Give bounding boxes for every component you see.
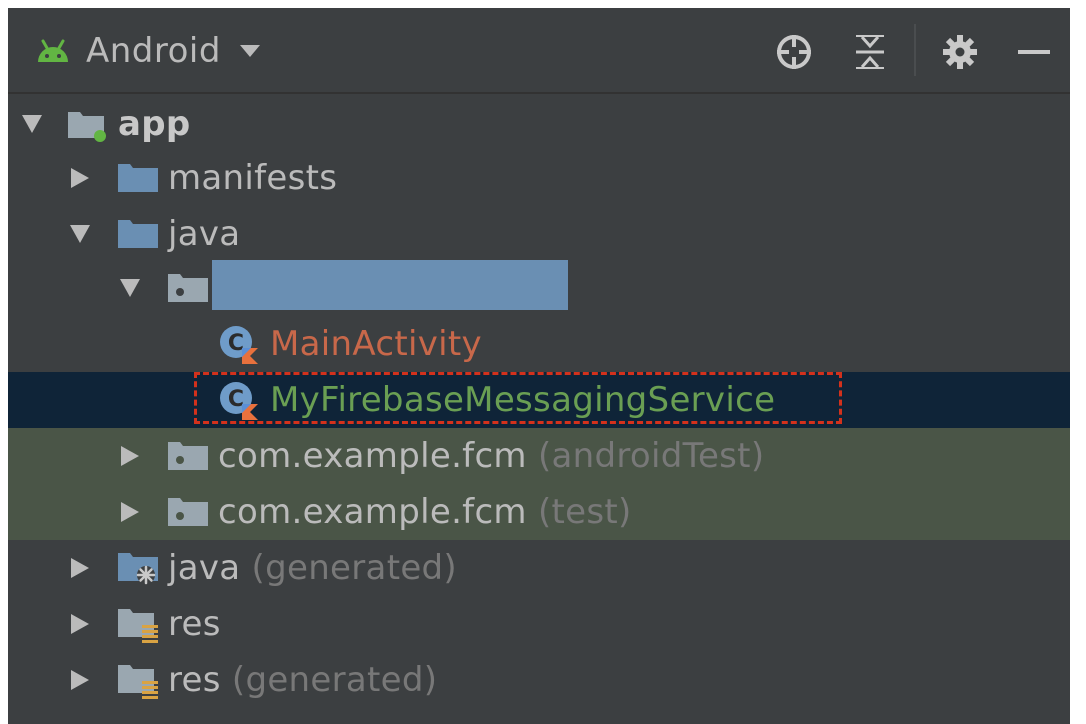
chevron-right-icon[interactable]	[118, 500, 142, 524]
svg-text:C: C	[228, 331, 244, 356]
generated-folder-icon	[116, 550, 162, 586]
tree-node-android-test-package[interactable]: com.example.fcm (androidTest)	[8, 428, 1070, 484]
tree-node-label: java	[168, 214, 241, 254]
package-icon	[166, 494, 210, 530]
tree-node-label: app	[118, 104, 191, 144]
chevron-right-icon[interactable]	[68, 166, 92, 190]
view-selector-dropdown[interactable]: Android	[34, 28, 261, 74]
project-header: Android	[8, 8, 1070, 94]
tree-node-label: manifests	[168, 158, 338, 198]
toolbar-separator	[914, 24, 916, 76]
chevron-right-icon[interactable]	[68, 556, 92, 580]
tree-node-label: res (generated)	[168, 660, 438, 700]
tree-node-label: res	[168, 604, 221, 644]
chevron-right-icon[interactable]	[68, 668, 92, 692]
locate-file-button[interactable]	[774, 32, 814, 72]
tree-node-java-generated[interactable]: java (generated)	[8, 540, 1070, 596]
settings-button[interactable]	[940, 32, 980, 72]
tree-node-manifests[interactable]: manifests	[8, 150, 1070, 206]
chevron-right-icon[interactable]	[68, 612, 92, 636]
redacted-package-name	[212, 260, 568, 310]
tree-node-label: com.example.fcm (androidTest)	[218, 436, 765, 476]
kotlin-class-icon: C	[218, 326, 260, 364]
tree-node-label: com.example.fcm (test)	[218, 492, 632, 532]
tree-node-label: MyFirebaseMessagingService	[270, 380, 776, 420]
tree-node-java[interactable]: java	[8, 206, 1070, 262]
chevron-down-icon	[239, 45, 260, 57]
package-icon	[166, 270, 210, 306]
resource-folder-icon	[116, 606, 162, 643]
collapse-all-icon	[856, 35, 884, 69]
tree-node-label: MainActivity	[270, 324, 482, 364]
chevron-down-icon[interactable]	[118, 276, 142, 300]
chevron-right-icon[interactable]	[118, 444, 142, 468]
android-icon	[38, 39, 68, 62]
view-selector-label: Android	[86, 31, 221, 71]
kotlin-class-icon: C	[218, 382, 260, 420]
folder-icon	[116, 216, 160, 252]
tree-node-res-generated[interactable]: res (generated)	[8, 652, 1070, 708]
tree-node-res[interactable]: res	[8, 596, 1070, 652]
chevron-down-icon[interactable]	[20, 112, 44, 136]
tree-node-label: java (generated)	[168, 548, 457, 588]
tree-node-firebase-service[interactable]: C MyFirebaseMessagingService	[8, 372, 1070, 428]
resource-folder-icon	[116, 662, 162, 699]
package-icon	[166, 438, 210, 474]
hide-panel-button[interactable]	[1014, 32, 1054, 72]
collapse-all-button[interactable]	[850, 32, 890, 72]
settings-icon	[943, 35, 977, 69]
module-folder-icon	[66, 106, 112, 142]
project-tool-window: Android app manifests java C MainActivit…	[8, 8, 1070, 724]
tree-node-test-package[interactable]: com.example.fcm (test)	[8, 484, 1070, 540]
folder-icon	[116, 160, 160, 196]
chevron-down-icon[interactable]	[68, 222, 92, 246]
hide-icon	[1018, 50, 1050, 54]
tree-node-main-activity[interactable]: C MainActivity	[8, 316, 1070, 372]
svg-text:C: C	[228, 387, 244, 412]
tree-node-app[interactable]: app	[8, 96, 1070, 152]
locate-icon	[777, 35, 811, 69]
